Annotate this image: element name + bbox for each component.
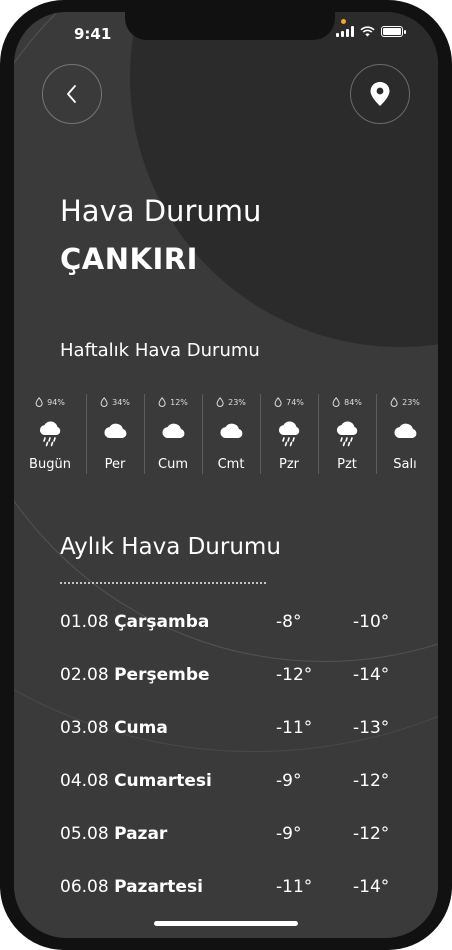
day-forecast[interactable]: 84% Pzt bbox=[318, 394, 376, 474]
precipitation-value: 34% bbox=[112, 397, 130, 407]
battery-icon bbox=[381, 26, 406, 37]
row-date: 03.08 bbox=[60, 718, 115, 738]
day-name: Cmt bbox=[217, 457, 245, 472]
precipitation-value: 23% bbox=[402, 397, 420, 407]
precipitation: 23% bbox=[390, 397, 420, 407]
row-day: Çarşamba bbox=[114, 612, 210, 632]
raindrop-icon bbox=[35, 397, 43, 407]
monthly-title: Aylık Hava Durumu bbox=[60, 534, 281, 560]
day-name: Pzt bbox=[337, 457, 357, 472]
back-button[interactable] bbox=[42, 64, 102, 124]
temp-low: -12° bbox=[353, 824, 390, 844]
temp-low: -12° bbox=[353, 771, 390, 791]
temp-high: -9° bbox=[276, 771, 302, 791]
cloud-rain-icon bbox=[336, 421, 358, 447]
day-name: Cum bbox=[158, 457, 188, 472]
chevron-left-icon bbox=[67, 85, 76, 103]
day-name: Bugün bbox=[29, 457, 71, 472]
row-day: Cuma bbox=[114, 718, 168, 738]
day-forecast[interactable]: 23% Salı bbox=[376, 394, 434, 474]
precipitation: 74% bbox=[274, 397, 304, 407]
monthly-row[interactable]: 03.08 Cuma -11° -13° bbox=[60, 718, 400, 742]
temp-high: -9° bbox=[276, 824, 302, 844]
status-icons bbox=[336, 26, 406, 37]
day-forecast[interactable]: 94% Bugün bbox=[14, 394, 86, 474]
day-forecast[interactable]: 34% Per bbox=[86, 394, 144, 474]
temp-low: -14° bbox=[353, 665, 390, 685]
phone-frame: 9:41 Hava Durumu ÇANKIRI Haftalık Hava D… bbox=[0, 0, 452, 950]
raindrop-icon bbox=[274, 397, 282, 407]
home-indicator[interactable] bbox=[154, 921, 298, 926]
row-date: 06.08 bbox=[60, 877, 115, 897]
status-time: 9:41 bbox=[74, 25, 112, 43]
cloud-rain-icon bbox=[278, 421, 300, 447]
monthly-row[interactable]: 05.08 Pazar -9° -12° bbox=[60, 824, 400, 848]
location-pin-icon bbox=[370, 82, 390, 106]
precipitation-value: 23% bbox=[228, 397, 246, 407]
camera-indicator-dot bbox=[341, 19, 346, 24]
raindrop-icon bbox=[390, 397, 398, 407]
raindrop-icon bbox=[100, 397, 108, 407]
precipitation: 84% bbox=[332, 397, 362, 407]
day-name: Pzr bbox=[278, 457, 299, 472]
weekly-forecast: 94% Bugün 34% Per 12% Cum 23% Cmt 74% Pz… bbox=[14, 394, 438, 474]
raindrop-icon bbox=[216, 397, 224, 407]
precipitation: 23% bbox=[216, 397, 246, 407]
day-name: Salı bbox=[393, 457, 417, 472]
page-title: Hava Durumu bbox=[60, 194, 262, 228]
wifi-icon bbox=[360, 26, 375, 37]
dotted-divider bbox=[60, 582, 266, 584]
temp-high: -11° bbox=[276, 877, 313, 897]
screen: 9:41 Hava Durumu ÇANKIRI Haftalık Hava D… bbox=[14, 12, 438, 938]
precipitation: 34% bbox=[100, 397, 130, 407]
raindrop-icon bbox=[158, 397, 166, 407]
monthly-row[interactable]: 01.08 Çarşamba -8° -10° bbox=[60, 612, 400, 636]
precipitation-value: 12% bbox=[170, 397, 188, 407]
cloud-icon bbox=[220, 423, 243, 438]
monthly-row[interactable]: 06.08 Pazartesi -11° -14° bbox=[60, 877, 400, 901]
location-button[interactable] bbox=[350, 64, 410, 124]
precipitation-value: 74% bbox=[286, 397, 304, 407]
day-forecast[interactable]: 23% Cmt bbox=[202, 394, 260, 474]
precipitation: 12% bbox=[158, 397, 188, 407]
cloud-icon bbox=[394, 423, 417, 438]
temp-high: -8° bbox=[276, 612, 302, 632]
weekly-title: Haftalık Hava Durumu bbox=[60, 340, 260, 361]
row-day: Cumartesi bbox=[114, 771, 212, 791]
day-name: Per bbox=[104, 457, 126, 472]
temp-low: -14° bbox=[353, 877, 390, 897]
temp-high: -11° bbox=[276, 718, 313, 738]
temp-low: -13° bbox=[353, 718, 390, 738]
row-day: Pazar bbox=[114, 824, 168, 844]
precipitation-value: 94% bbox=[47, 397, 65, 407]
row-date: 02.08 bbox=[60, 665, 115, 685]
row-day: Pazartesi bbox=[114, 877, 203, 897]
row-date: 01.08 bbox=[60, 612, 115, 632]
cloud-icon bbox=[162, 423, 185, 438]
row-date: 04.08 bbox=[60, 771, 115, 791]
monthly-row[interactable]: 02.08 Perşembe -12° -14° bbox=[60, 665, 400, 689]
raindrop-icon bbox=[332, 397, 340, 407]
cellular-signal-icon bbox=[336, 26, 354, 37]
row-date: 05.08 bbox=[60, 824, 115, 844]
notch bbox=[125, 12, 335, 40]
cloud-rain-icon bbox=[39, 421, 61, 447]
city-name: ÇANKIRI bbox=[60, 242, 198, 276]
cloud-icon bbox=[104, 423, 127, 438]
row-day: Perşembe bbox=[114, 665, 210, 685]
temp-low: -10° bbox=[353, 612, 390, 632]
temp-high: -12° bbox=[276, 665, 313, 685]
precipitation-value: 84% bbox=[344, 397, 362, 407]
day-forecast[interactable]: 12% Cum bbox=[144, 394, 202, 474]
monthly-row[interactable]: 04.08 Cumartesi -9° -12° bbox=[60, 771, 400, 795]
day-forecast[interactable]: 74% Pzr bbox=[260, 394, 318, 474]
precipitation: 94% bbox=[35, 397, 65, 407]
